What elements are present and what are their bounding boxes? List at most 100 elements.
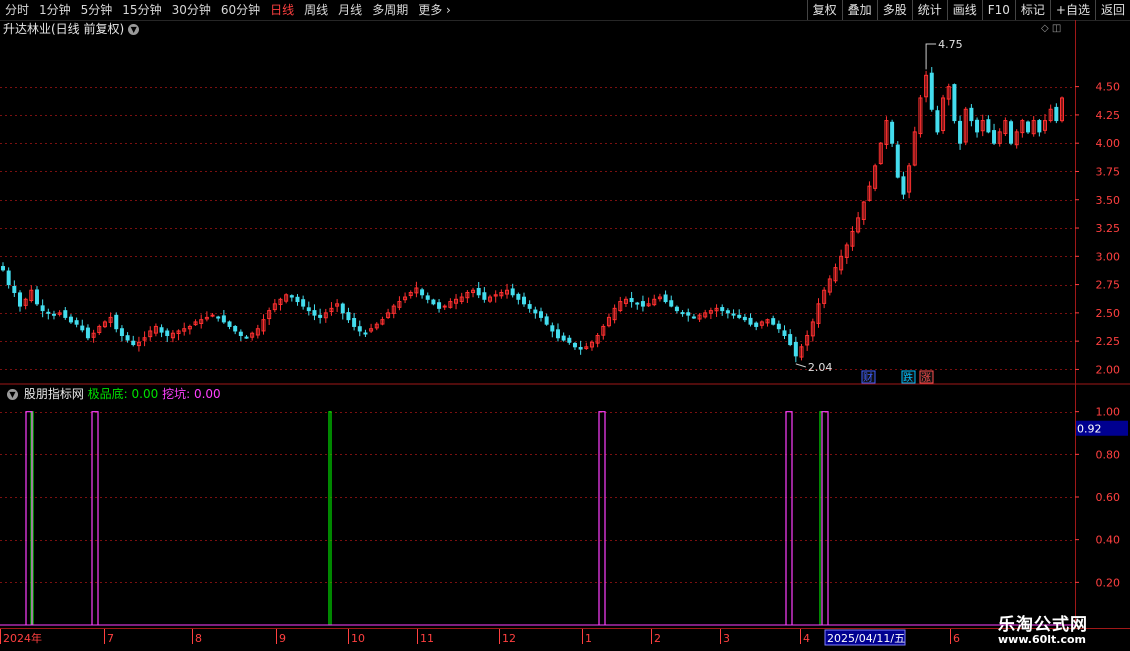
candle-body (669, 300, 674, 307)
event-marker-1: 财 (863, 371, 873, 384)
candle-body (165, 330, 170, 336)
candle-body (635, 302, 640, 305)
price-tick-label: 3.50 (1096, 194, 1121, 207)
price-tick-label: 4.00 (1096, 137, 1121, 150)
candle-body (46, 311, 51, 314)
max-price-label: 4.75 (938, 38, 963, 51)
candle-body (782, 330, 787, 336)
candle-body (975, 119, 980, 133)
indicator-pulse-wakeng (785, 411, 793, 625)
candle-body (85, 327, 90, 339)
candle-body (533, 309, 538, 314)
candle-body (674, 306, 679, 312)
candle-body (425, 295, 430, 300)
date-tick-label: 7 (107, 632, 114, 645)
candle-body (550, 325, 555, 332)
date-tick-label: 11 (420, 632, 434, 645)
candle-body (754, 322, 759, 327)
min-price-label: 2.04 (808, 361, 833, 374)
date-tick-label: 12 (502, 632, 516, 645)
price-tick-label: 2.50 (1096, 307, 1121, 320)
chevron-down-icon[interactable]: ▼ (128, 24, 140, 35)
main-chart-title[interactable]: 升达林业(日线 前复权) ▼ (3, 21, 140, 37)
indicator-tick-label: 0.60 (1096, 491, 1121, 504)
candle-body (289, 295, 294, 298)
candle-body (238, 331, 243, 336)
watermark: 乐淘公式网 www.60lt.com (982, 607, 1124, 651)
indicator-pulse-wakeng (598, 411, 606, 625)
candle-body (578, 346, 583, 350)
panel-toggle-icon[interactable]: ◫ (1052, 23, 1061, 34)
candle-body (691, 316, 696, 319)
max-marker-line (925, 43, 937, 70)
indicator-title[interactable]: ▼ 股朋指标网 极品底: 0.00 挖坑: 0.00 (3, 386, 221, 402)
candle-body (131, 340, 136, 346)
candle-body (544, 316, 549, 325)
price-tick-label: 2.25 (1096, 335, 1121, 348)
chevron-down-icon[interactable]: ▼ (7, 389, 18, 400)
candle-body (476, 287, 481, 296)
candle-body (68, 316, 73, 323)
candle-body (629, 298, 634, 303)
candle-body (346, 312, 351, 321)
candle-body (731, 313, 736, 316)
candle-body (958, 120, 963, 144)
indicator-tick-label: 0.40 (1096, 534, 1121, 547)
candle-body (725, 310, 730, 314)
indicator-name: 股朋指标网 (23, 387, 84, 401)
candle-body (890, 121, 895, 144)
candle-body (12, 285, 17, 294)
candle-body (663, 294, 668, 303)
indicator-s2-value: 0.00 (193, 387, 221, 401)
candle-body (312, 310, 317, 316)
price-tick-label: 3.25 (1096, 222, 1121, 235)
candle-body (1, 266, 5, 271)
date-tick-label: 2024年 (3, 631, 42, 645)
candle-body (17, 292, 22, 307)
event-marker-2: 跌 (903, 371, 913, 384)
candle-body (63, 310, 68, 318)
candle-body (51, 313, 56, 316)
candle-body (233, 325, 238, 332)
candle-body (901, 176, 906, 195)
candle-body (737, 314, 742, 318)
candle-body (357, 326, 362, 332)
candle-body (510, 288, 515, 296)
diamond-icon[interactable]: ◇ (1041, 23, 1049, 34)
date-tick-label: 10 (351, 632, 365, 645)
candle-body (788, 334, 793, 346)
price-tick-label: 2.00 (1096, 363, 1121, 376)
candle-body (482, 292, 487, 300)
candle-body (986, 119, 991, 133)
candle-body (216, 316, 221, 319)
event-marker-3: 涨 (921, 372, 931, 384)
panel-controls: ◇ ◫ (1041, 23, 1061, 34)
cursor-date-label: 2025/04/11/五 (827, 632, 905, 645)
indicator-pulse-wakeng (91, 411, 99, 625)
kline-chart[interactable]: 4.50 4.25 4.00 3.75 3.50 3.25 3.00 2.75 2.50 2.25… (0, 0, 1130, 650)
candle-body (431, 299, 436, 305)
candle-body (516, 293, 521, 300)
candle-body (895, 144, 900, 178)
price-tick-label: 2.75 (1096, 279, 1121, 292)
candle-body (793, 341, 798, 357)
candle-body (527, 304, 532, 309)
indicator-s1-value: 0.00 (131, 387, 159, 401)
candle-body (40, 305, 45, 312)
candle-body (935, 110, 940, 133)
date-tick-label: 8 (195, 632, 202, 645)
candle-body (125, 335, 130, 341)
candle-body (34, 289, 39, 305)
candle-body (776, 323, 781, 330)
price-tick-label: 3.00 (1096, 250, 1121, 263)
candle-body (567, 337, 572, 343)
candle-body (295, 296, 300, 303)
candle-body (306, 307, 311, 312)
date-tick-label: 6 (953, 632, 960, 645)
indicator-tick-label: 0.20 (1096, 576, 1121, 589)
candle-body (363, 332, 368, 335)
candle-body (420, 289, 425, 296)
candle-body (318, 314, 323, 318)
date-tick-label: 2 (654, 632, 661, 645)
price-tick-label: 4.50 (1096, 81, 1121, 94)
